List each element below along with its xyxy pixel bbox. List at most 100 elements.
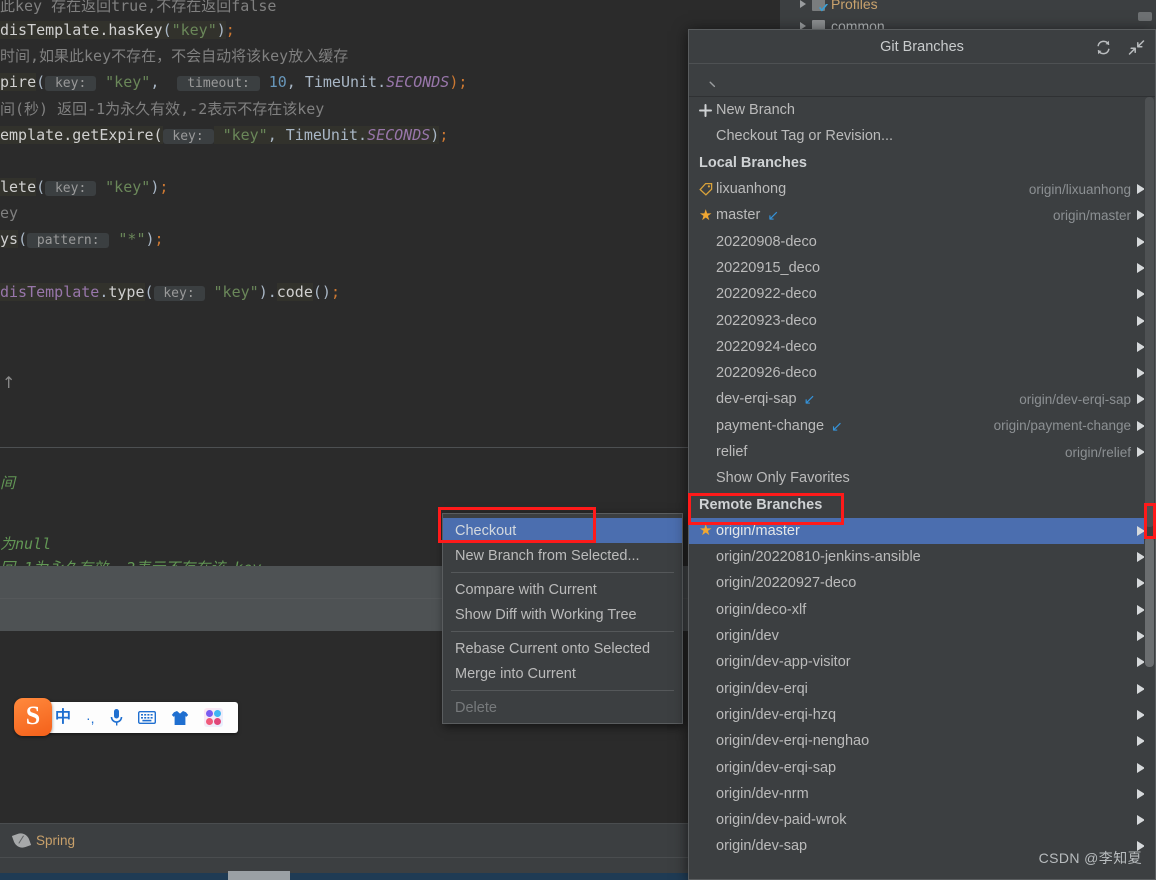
project-tree-row-profiles[interactable]: Profiles xyxy=(800,0,878,12)
sogou-logo-icon[interactable]: S xyxy=(14,698,52,736)
branch-name-label: master xyxy=(716,207,761,224)
branch-context-menu[interactable]: Checkout New Branch from Selected... Compa… xyxy=(442,513,683,724)
tracking-branch-label: origin/payment-change xyxy=(993,418,1131,434)
code-line: disTemplate.hasKey("key"); xyxy=(0,21,235,39)
remote-branch-origin-dev-nrm[interactable]: origin/dev-nrm xyxy=(689,781,1155,807)
branch-name-label: relief xyxy=(716,444,748,460)
code-token: TimeUnit. xyxy=(285,126,368,144)
local-branch-relief[interactable]: relief origin/relief xyxy=(689,439,1155,465)
code-token: ) xyxy=(145,230,155,248)
code-token: pire xyxy=(0,73,37,91)
code-token: ( xyxy=(144,283,154,301)
project-tree-scrollbar[interactable] xyxy=(1138,12,1152,21)
remote-branch-origin-dev-paid-wrok[interactable]: origin/dev-paid-wrok xyxy=(689,807,1155,833)
editor-rule-1 xyxy=(0,447,688,448)
taskbar-item[interactable] xyxy=(228,871,290,880)
incoming-changes-icon: ↙ xyxy=(831,417,843,434)
local-branch-20220923-deco[interactable]: 20220923-deco xyxy=(689,307,1155,333)
local-branch-dev-erqi-sap[interactable]: dev-erqi-sap ↙ origin/dev-erqi-sap xyxy=(689,386,1155,412)
branch-name-label: origin/dev-sap xyxy=(716,838,808,855)
remote-branch-origin-dev-app-visitor[interactable]: origin/dev-app-visitor xyxy=(689,649,1155,675)
local-branch-lixuanhong[interactable]: lixuanhong origin/lixuanhong xyxy=(689,176,1155,202)
menu-item-merge-into-current[interactable]: Merge into Current xyxy=(443,661,682,686)
branch-name-label: 20220924-deco xyxy=(716,338,817,355)
remote-branch-origin-20220810-jenkins-ansible[interactable]: origin/20220810-jenkins-ansible xyxy=(689,544,1155,570)
code-token: ) xyxy=(430,126,440,144)
code-token: 此key 存在返回true,不存在返回false xyxy=(0,0,277,15)
code-line: emplate.getExpire( key: "key", TimeUnit.… xyxy=(0,126,448,145)
remote-branch-origin-master[interactable]: ★ origin/master xyxy=(689,517,1155,545)
local-branch-20220922-deco[interactable]: 20220922-deco xyxy=(689,281,1155,307)
code-token: ey xyxy=(0,204,19,222)
menu-item-compare-with-current[interactable]: Compare with Current xyxy=(443,577,682,602)
branch-name-label: 20220908-deco xyxy=(716,233,817,250)
branch-name-label: Checkout Tag or Revision... xyxy=(716,128,894,145)
sogou-ime-bar[interactable]: 中 ·, xyxy=(21,702,238,733)
action-new-branch[interactable]: New Branch xyxy=(689,97,1155,123)
code-token: .getExpire( xyxy=(63,126,163,144)
menu-item-checkout[interactable]: Checkout xyxy=(443,518,682,543)
remote-branch-origin-dev[interactable]: origin/dev xyxy=(689,623,1155,649)
taskbar-strip xyxy=(0,873,688,880)
code-token: "key" xyxy=(96,73,151,91)
code-token: ; xyxy=(159,178,169,196)
local-branch-payment-change[interactable]: payment-change ↙ origin/payment-change xyxy=(689,413,1155,439)
status-bar-label: Spring xyxy=(36,833,76,848)
project-tree-label: Profiles xyxy=(831,0,878,12)
menu-item-show-diff-with-working-tree[interactable]: Show Diff with Working Tree xyxy=(443,602,682,627)
code-token: lete xyxy=(0,178,37,196)
menu-item-new-branch-from-selected[interactable]: New Branch from Selected... xyxy=(443,543,682,568)
remote-branch-origin-dev-erqi-nenghao[interactable]: origin/dev-erqi-nenghao xyxy=(689,728,1155,754)
code-token: 间(秒) 返回-1为永久有效,-2表示不存在该key xyxy=(0,100,325,118)
local-branch-20220908-deco[interactable]: 20220908-deco xyxy=(689,228,1155,254)
code-token: ; xyxy=(154,230,164,248)
remote-branch-origin-dev-erqi[interactable]: origin/dev-erqi xyxy=(689,676,1155,702)
branch-list-scroll-track xyxy=(1145,97,1154,527)
editor-comment-line: 为null xyxy=(0,535,52,553)
code-token: code xyxy=(276,283,313,301)
branch-search-input[interactable] xyxy=(716,72,1155,88)
branch-name-label: lixuanhong xyxy=(716,181,787,198)
branch-name-label: origin/dev xyxy=(716,628,779,645)
code-token: timeout: xyxy=(177,76,260,91)
code-token: pattern: xyxy=(27,233,110,248)
show-only-favorites-toggle[interactable]: Show Only Favorites xyxy=(689,465,1155,491)
menu-item-rebase-current-onto-selected[interactable]: Rebase Current onto Selected xyxy=(443,636,682,661)
code-token: SECONDS xyxy=(386,73,450,91)
remote-branch-origin-dev-erqi-sap[interactable]: origin/dev-erqi-sap xyxy=(689,754,1155,780)
local-branch-20220926-deco[interactable]: 20220926-deco xyxy=(689,360,1155,386)
branch-name-label: origin/dev-erqi-nenghao xyxy=(716,733,870,750)
skin-icon[interactable] xyxy=(171,710,189,726)
remote-branch-origin-deco-xlf[interactable]: origin/deco-xlf xyxy=(689,597,1155,623)
branch-search-bar[interactable] xyxy=(689,64,1155,97)
action-checkout-tag-or-revision[interactable]: Checkout Tag or Revision... xyxy=(689,123,1155,149)
branch-name-label: payment-change xyxy=(716,417,825,434)
caret-up-glyph: ↑ xyxy=(2,373,16,392)
collapse-icon[interactable] xyxy=(1128,39,1145,56)
remote-branch-origin-dev-erqi-hzq[interactable]: origin/dev-erqi-hzq xyxy=(689,702,1155,728)
editor-comment-line: 间 xyxy=(0,474,16,492)
code-editor[interactable]: 此key 存在返回true,不存在返回false disTemplate.hasK… xyxy=(0,0,688,447)
remote-branch-origin-20220927-deco[interactable]: origin/20220927-deco xyxy=(689,570,1155,596)
code-token: ( xyxy=(162,21,172,39)
branch-name-label: 20220923-deco xyxy=(716,312,817,329)
branch-list[interactable]: New Branch Checkout Tag or Revision... Loc… xyxy=(689,97,1155,879)
soft-keyboard-icon[interactable] xyxy=(137,711,156,724)
punctuation-toggle[interactable]: ·, xyxy=(86,711,95,725)
expand-arrow-icon[interactable] xyxy=(800,0,806,8)
code-token: , xyxy=(267,126,286,144)
code-token: ( xyxy=(36,178,46,196)
refresh-icon[interactable] xyxy=(1095,39,1112,56)
branch-name-label: origin/deco-xlf xyxy=(716,601,807,618)
local-branch-20220915-deco[interactable]: 20220915_deco xyxy=(689,255,1155,281)
local-branch-20220924-deco[interactable]: 20220924-deco xyxy=(689,334,1155,360)
branch-list-scrollbar[interactable] xyxy=(1144,97,1155,879)
branch-list-scroll-thumb[interactable] xyxy=(1145,537,1154,667)
language-mode-toggle[interactable]: 中 xyxy=(55,709,71,726)
git-branches-popup[interactable]: Git Branches New Branch Checkout Tag or … xyxy=(688,29,1156,880)
apps-icon[interactable] xyxy=(203,708,223,727)
code-token: type xyxy=(108,283,145,301)
local-branch-master[interactable]: ★ master ↙ origin/master xyxy=(689,202,1155,228)
voice-input-icon[interactable] xyxy=(110,709,123,726)
code-token: disTemplate xyxy=(0,283,100,301)
